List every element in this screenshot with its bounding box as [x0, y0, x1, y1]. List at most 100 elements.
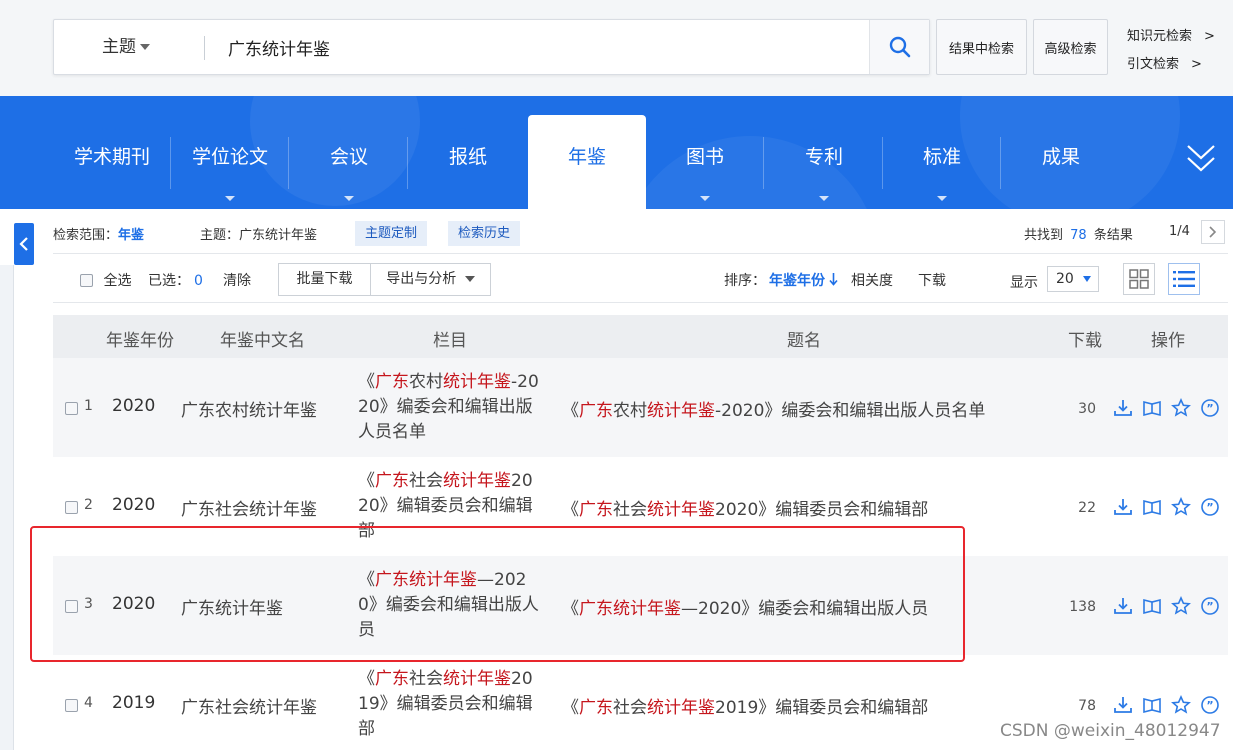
search-input[interactable]	[228, 20, 868, 74]
favorite-icon[interactable]	[1171, 596, 1191, 616]
citation-search-link[interactable]: 引文检索 >	[1127, 53, 1202, 72]
list-icon	[1173, 271, 1195, 287]
sort-by-download[interactable]: 下载	[918, 270, 946, 290]
column-text-line: 《广东社会统计年鉴20	[358, 667, 546, 692]
column-header-downloads[interactable]: 下载	[1068, 326, 1102, 351]
svg-text:”: ”	[1206, 501, 1213, 514]
search-history-button[interactable]: 检索历史	[448, 221, 521, 246]
column-text-line: 人员名单	[358, 420, 546, 445]
knowledge-search-link[interactable]: 知识元检索 >	[1127, 25, 1215, 44]
list-view-button[interactable]	[1168, 263, 1200, 295]
batch-download-button[interactable]: 批量下载	[278, 263, 371, 296]
nav-tab-books[interactable]: 图书	[646, 115, 764, 209]
download-icon[interactable]	[1113, 695, 1133, 715]
nav-tab-achievements[interactable]: 成果	[1002, 115, 1120, 209]
top-search-bar: 主题 结果中检索 高级检索 知识元检索 > 引文检索 >	[0, 0, 1233, 96]
highlight-term: 广东	[375, 471, 409, 491]
svg-text:”: ”	[1206, 402, 1213, 415]
cell-yearbook-name[interactable]: 广东农村统计年鉴	[181, 396, 317, 421]
select-all-checkbox[interactable]: 全选	[80, 270, 131, 290]
text-segment: -2020》编委会和编辑出版人员名单	[715, 401, 986, 421]
search-in-results-button[interactable]: 结果中检索	[936, 19, 1027, 75]
column-text-line: 20》编委会和编辑出版	[358, 395, 546, 420]
quote-icon[interactable]: ”	[1200, 596, 1220, 616]
nav-separator	[1000, 137, 1001, 189]
nav-tab-journals[interactable]: 学术期刊	[53, 115, 171, 209]
highlight-term: 广东	[579, 500, 613, 520]
text-segment: 《	[562, 698, 579, 718]
read-icon[interactable]	[1142, 398, 1162, 418]
table-row: 1 2020 广东农村统计年鉴 《广东农村统计年鉴-20 20》编委会和编辑出版 人员名单…	[53, 358, 1228, 457]
text-segment: 20	[511, 471, 533, 491]
nav-tab-standards[interactable]: 标准	[883, 115, 1001, 209]
download-icon[interactable]	[1113, 596, 1133, 616]
sort-by-relevance[interactable]: 相关度	[851, 270, 893, 290]
result-count-prefix: 共找到	[1024, 228, 1064, 243]
row-checkbox[interactable]	[65, 402, 78, 415]
row-number: 4	[84, 695, 93, 711]
cell-column[interactable]: 《广东农村统计年鉴-20 20》编委会和编辑出版 人员名单	[358, 370, 546, 445]
favorite-icon[interactable]	[1171, 398, 1191, 418]
next-page-button[interactable]	[1201, 220, 1225, 244]
text-segment: 20	[511, 669, 533, 689]
text-segment: 《	[358, 471, 375, 491]
checkbox[interactable]	[80, 274, 93, 287]
collapse-sidebar-button[interactable]	[14, 223, 34, 265]
advanced-search-button[interactable]: 高级检索	[1033, 19, 1108, 75]
nav-tab-label: 图书	[685, 146, 724, 168]
quote-icon[interactable]: ”	[1200, 695, 1220, 715]
cell-year: 2020	[112, 396, 156, 416]
text-segment: 《	[358, 669, 375, 689]
nav-tab-conferences[interactable]: 会议	[290, 115, 408, 209]
cell-column[interactable]: 《广东社会统计年鉴20 19》编辑委员会和编辑部	[358, 667, 546, 742]
read-icon[interactable]	[1142, 596, 1162, 616]
results-toolbar: 全选 已选： 0 清除 批量下载 导出与分析 排序： 年鉴年份 相关度 下载 显示…	[53, 253, 1228, 303]
cell-title-link[interactable]: 《广东农村统计年鉴-2020》编委会和编辑出版人员名单	[562, 396, 985, 421]
nav-tab-patents[interactable]: 专利	[765, 115, 883, 209]
cell-year: 2020	[112, 495, 156, 515]
favorite-icon[interactable]	[1171, 695, 1191, 715]
page-indicator: 1/4	[1169, 224, 1190, 239]
download-icon[interactable]	[1113, 398, 1133, 418]
download-icon[interactable]	[1113, 497, 1133, 517]
highlight-term: 广东	[375, 372, 409, 392]
search-box: 主题	[53, 19, 930, 75]
svg-text:”: ”	[1206, 699, 1213, 712]
nav-tab-newspapers[interactable]: 报纸	[409, 115, 527, 209]
text-segment: -20	[511, 372, 539, 392]
quote-icon[interactable]: ”	[1200, 398, 1220, 418]
cell-title-link[interactable]: 《广东社会统计年鉴2020》编辑委员会和编辑部	[562, 495, 928, 520]
cell-yearbook-name[interactable]: 广东社会统计年鉴	[181, 495, 317, 520]
highlight-term: 统计年鉴	[647, 698, 715, 718]
sort-by-year[interactable]: 年鉴年份	[769, 270, 839, 290]
caret-down-icon	[344, 196, 354, 201]
text-segment: 20》编委会和编辑出版	[358, 397, 533, 417]
search-button[interactable]	[869, 20, 929, 74]
nav-tab-yearbooks[interactable]: 年鉴	[528, 115, 646, 209]
search-field-select[interactable]: 主题	[102, 20, 150, 74]
row-checkbox[interactable]	[65, 699, 78, 712]
highlight-term: 广东	[579, 401, 613, 421]
read-icon[interactable]	[1142, 695, 1162, 715]
favorite-icon[interactable]	[1171, 497, 1191, 517]
page-size-select[interactable]: 20	[1047, 266, 1099, 292]
cell-title-link[interactable]: 《广东社会统计年鉴2019》编辑委员会和编辑部	[562, 693, 928, 718]
row-checkbox[interactable]	[65, 501, 78, 514]
export-analysis-button[interactable]: 导出与分析	[370, 263, 491, 296]
quote-icon[interactable]: ”	[1200, 497, 1220, 517]
expand-more-icon[interactable]	[1186, 142, 1216, 176]
column-header-year[interactable]: 年鉴年份	[106, 326, 174, 351]
result-count-value: 78	[1070, 228, 1087, 243]
read-icon[interactable]	[1142, 497, 1162, 517]
grid-view-button[interactable]	[1123, 263, 1155, 295]
cell-downloads: 30	[1078, 401, 1096, 417]
chevron-left-icon	[19, 237, 28, 251]
topic-customize-button[interactable]: 主题定制	[355, 221, 428, 246]
selected-count: 已选： 0	[148, 270, 203, 290]
highlight-annotation-box	[30, 526, 965, 662]
scope-label: 检索范围：	[53, 228, 119, 243]
nav-tab-theses[interactable]: 学位论文	[171, 115, 289, 209]
cell-yearbook-name[interactable]: 广东社会统计年鉴	[181, 693, 317, 718]
clear-selection-button[interactable]: 清除	[223, 270, 251, 290]
cell-downloads: 22	[1078, 500, 1096, 516]
